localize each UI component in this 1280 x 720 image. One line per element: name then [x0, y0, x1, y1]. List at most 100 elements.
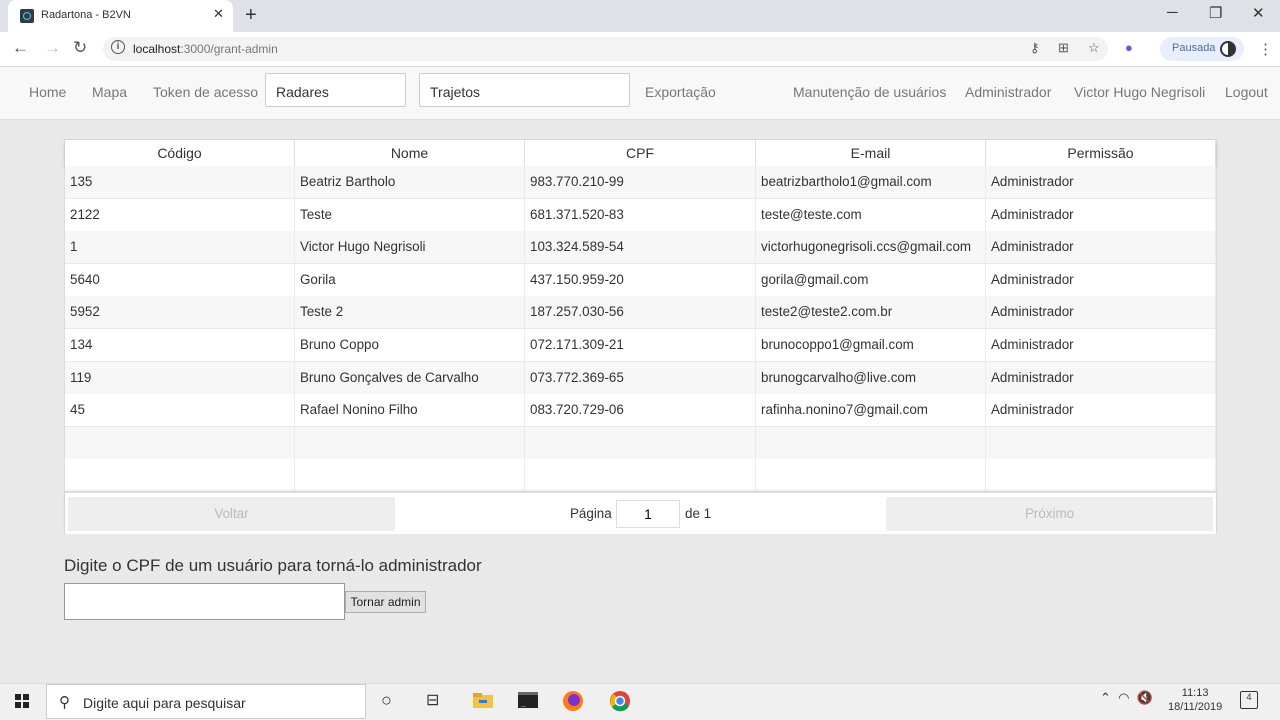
table-cell: 103.324.589-54 — [525, 231, 756, 264]
extension-icon[interactable]: ● — [1125, 40, 1133, 55]
nav-user[interactable]: Victor Hugo Negrisoli — [1074, 84, 1205, 100]
table-cell: 083.720.729-06 — [525, 394, 756, 427]
table-cell — [986, 426, 1216, 459]
make-admin-button[interactable]: Tornar admin — [345, 591, 426, 613]
file-explorer-icon[interactable] — [472, 690, 496, 714]
nav-home[interactable]: Home — [29, 84, 66, 100]
nav-trajetos[interactable]: Trajetos — [419, 73, 630, 107]
pagination: Voltar Página de 1 Próximo — [65, 492, 1216, 534]
table-header: Código Nome CPF E-mail Permissão — [65, 140, 1216, 166]
url-path: :3000/grant-admin — [180, 42, 278, 56]
table-row[interactable]: 5952 Teste 2 187.257.030-56 teste2@teste2.c… — [65, 296, 1216, 330]
nav-exportacao[interactable]: Exportação — [645, 84, 716, 100]
reload-icon[interactable]: ↻ — [73, 38, 87, 58]
table-row[interactable]: 135 Beatriz Bartholo 983.770.210-99 beatriz… — [65, 166, 1216, 199]
key-icon[interactable]: ⚷ — [1030, 40, 1040, 56]
column-header[interactable]: CPF — [525, 140, 756, 166]
table-row[interactable]: 45 Rafael Nonino Filho 083.720.729-06 rafin… — [65, 394, 1216, 428]
menu-icon[interactable]: ⋮ — [1258, 40, 1273, 58]
nav-administrador[interactable]: Administrador — [965, 84, 1051, 100]
cortana-icon[interactable]: ○ — [381, 690, 405, 714]
maximize-icon[interactable]: ❐ — [1209, 4, 1222, 22]
table-cell: 135 — [65, 166, 295, 198]
nav-radares[interactable]: Radares — [265, 73, 406, 107]
table-cell: Administrador — [986, 296, 1216, 329]
close-window-icon[interactable]: ✕ — [1252, 4, 1265, 22]
clock-time: 11:13 — [1181, 687, 1209, 699]
page-input[interactable] — [616, 500, 680, 528]
table-cell: Beatriz Bartholo — [295, 166, 525, 198]
notification-icon[interactable]: 4 — [1240, 691, 1258, 709]
table-cell — [756, 426, 986, 459]
table-row[interactable]: 119 Bruno Gonçalves de Carvalho 073.772.36… — [65, 361, 1216, 395]
profile-avatar-icon — [1220, 41, 1236, 57]
form-title: Digite o CPF de um usuário para torná-lo… — [64, 556, 482, 575]
table-cell: 1 — [65, 231, 295, 264]
table-row[interactable]: 134 Bruno Coppo 072.171.309-21 brunocoppo1@… — [65, 329, 1216, 362]
users-table: Código Nome CPF E-mail Permissão 135 Beatriz … — [64, 139, 1217, 534]
table-cell — [525, 459, 756, 492]
table-row[interactable]: 2122 Teste 681.371.520-83 teste@teste.com Ad… — [65, 198, 1216, 232]
close-tab-icon[interactable]: ✕ — [213, 6, 224, 22]
column-header[interactable]: Código — [65, 140, 295, 166]
table-row[interactable] — [65, 459, 1216, 493]
table-cell: 2122 — [65, 198, 295, 231]
table-cell: 134 — [65, 329, 295, 361]
table-cell — [986, 459, 1216, 492]
translate-icon[interactable]: ⊞ — [1058, 40, 1069, 56]
table-cell: 681.371.520-83 — [525, 198, 756, 231]
table-cell: brunogcarvalho@live.com — [756, 361, 986, 394]
table-cell: Administrador — [986, 394, 1216, 427]
nav-mapa[interactable]: Mapa — [92, 84, 127, 100]
terminal-icon[interactable]: _ — [517, 690, 541, 714]
url-text[interactable]: localhost:3000/grant-admin — [133, 42, 278, 56]
chrome-icon[interactable] — [609, 690, 633, 714]
star-icon[interactable]: ☆ — [1088, 40, 1100, 56]
system-tray[interactable]: ⌃ ◠ 🔇 — [1100, 690, 1153, 706]
info-icon[interactable]: i — [111, 40, 125, 54]
task-view-icon[interactable]: ⊟ — [426, 690, 450, 714]
table-cell — [295, 426, 525, 459]
nav-logout[interactable]: Logout — [1225, 84, 1268, 100]
favicon-icon — [20, 9, 34, 23]
table-cell: 119 — [65, 361, 295, 394]
nav-token[interactable]: Token de acesso — [153, 84, 258, 100]
column-header[interactable]: E-mail — [756, 140, 986, 166]
table-row[interactable]: 1 Victor Hugo Negrisoli 103.324.589-54 vict… — [65, 231, 1216, 265]
column-header[interactable]: Nome — [295, 140, 525, 166]
search-placeholder: Digite aqui para pesquisar — [83, 695, 246, 711]
profile-button[interactable]: Pausada — [1160, 37, 1244, 61]
table-cell: Bruno Coppo — [295, 329, 525, 361]
table-row[interactable] — [65, 426, 1216, 460]
prev-button[interactable]: Voltar — [68, 497, 395, 531]
table-cell: Teste — [295, 198, 525, 231]
table-cell: 187.257.030-56 — [525, 296, 756, 329]
clock[interactable]: 11:13 18/11/2019 — [1168, 686, 1222, 714]
browser-tab[interactable]: Radartona - B2VN ✕ — [8, 0, 233, 32]
table-cell — [295, 459, 525, 492]
next-button[interactable]: Próximo — [886, 497, 1213, 531]
profile-status: Pausada — [1172, 42, 1216, 54]
table-cell: beatrizbartholo1@gmail.com — [756, 166, 986, 198]
column-header[interactable]: Permissão — [986, 140, 1216, 166]
table-cell: Gorila — [295, 263, 525, 296]
page-of: de 1 — [685, 506, 712, 521]
minimize-icon[interactable]: ─ — [1167, 4, 1178, 21]
url-host: localhost — [133, 42, 181, 56]
firefox-icon[interactable] — [562, 690, 586, 714]
table-cell: Administrador — [986, 166, 1216, 198]
taskbar-search[interactable]: ⚲ Digite aqui para pesquisar — [46, 684, 366, 719]
new-tab-icon[interactable]: + — [245, 4, 257, 27]
svg-text:_: _ — [521, 698, 526, 707]
table-row[interactable]: 5640 Gorila 437.150.959-20 gorila@gmail.com… — [65, 263, 1216, 297]
cpf-input[interactable] — [64, 583, 345, 620]
nav-manutencao[interactable]: Manutenção de usuários — [793, 84, 946, 100]
table-cell: Administrador — [986, 231, 1216, 264]
table-cell: Administrador — [986, 263, 1216, 296]
table-cell: Administrador — [986, 198, 1216, 231]
windows-start-icon[interactable] — [15, 694, 29, 708]
forward-icon[interactable]: → — [44, 38, 61, 58]
table-cell: Teste 2 — [295, 296, 525, 329]
back-icon[interactable]: ← — [12, 38, 29, 58]
table-cell: Administrador — [986, 329, 1216, 361]
